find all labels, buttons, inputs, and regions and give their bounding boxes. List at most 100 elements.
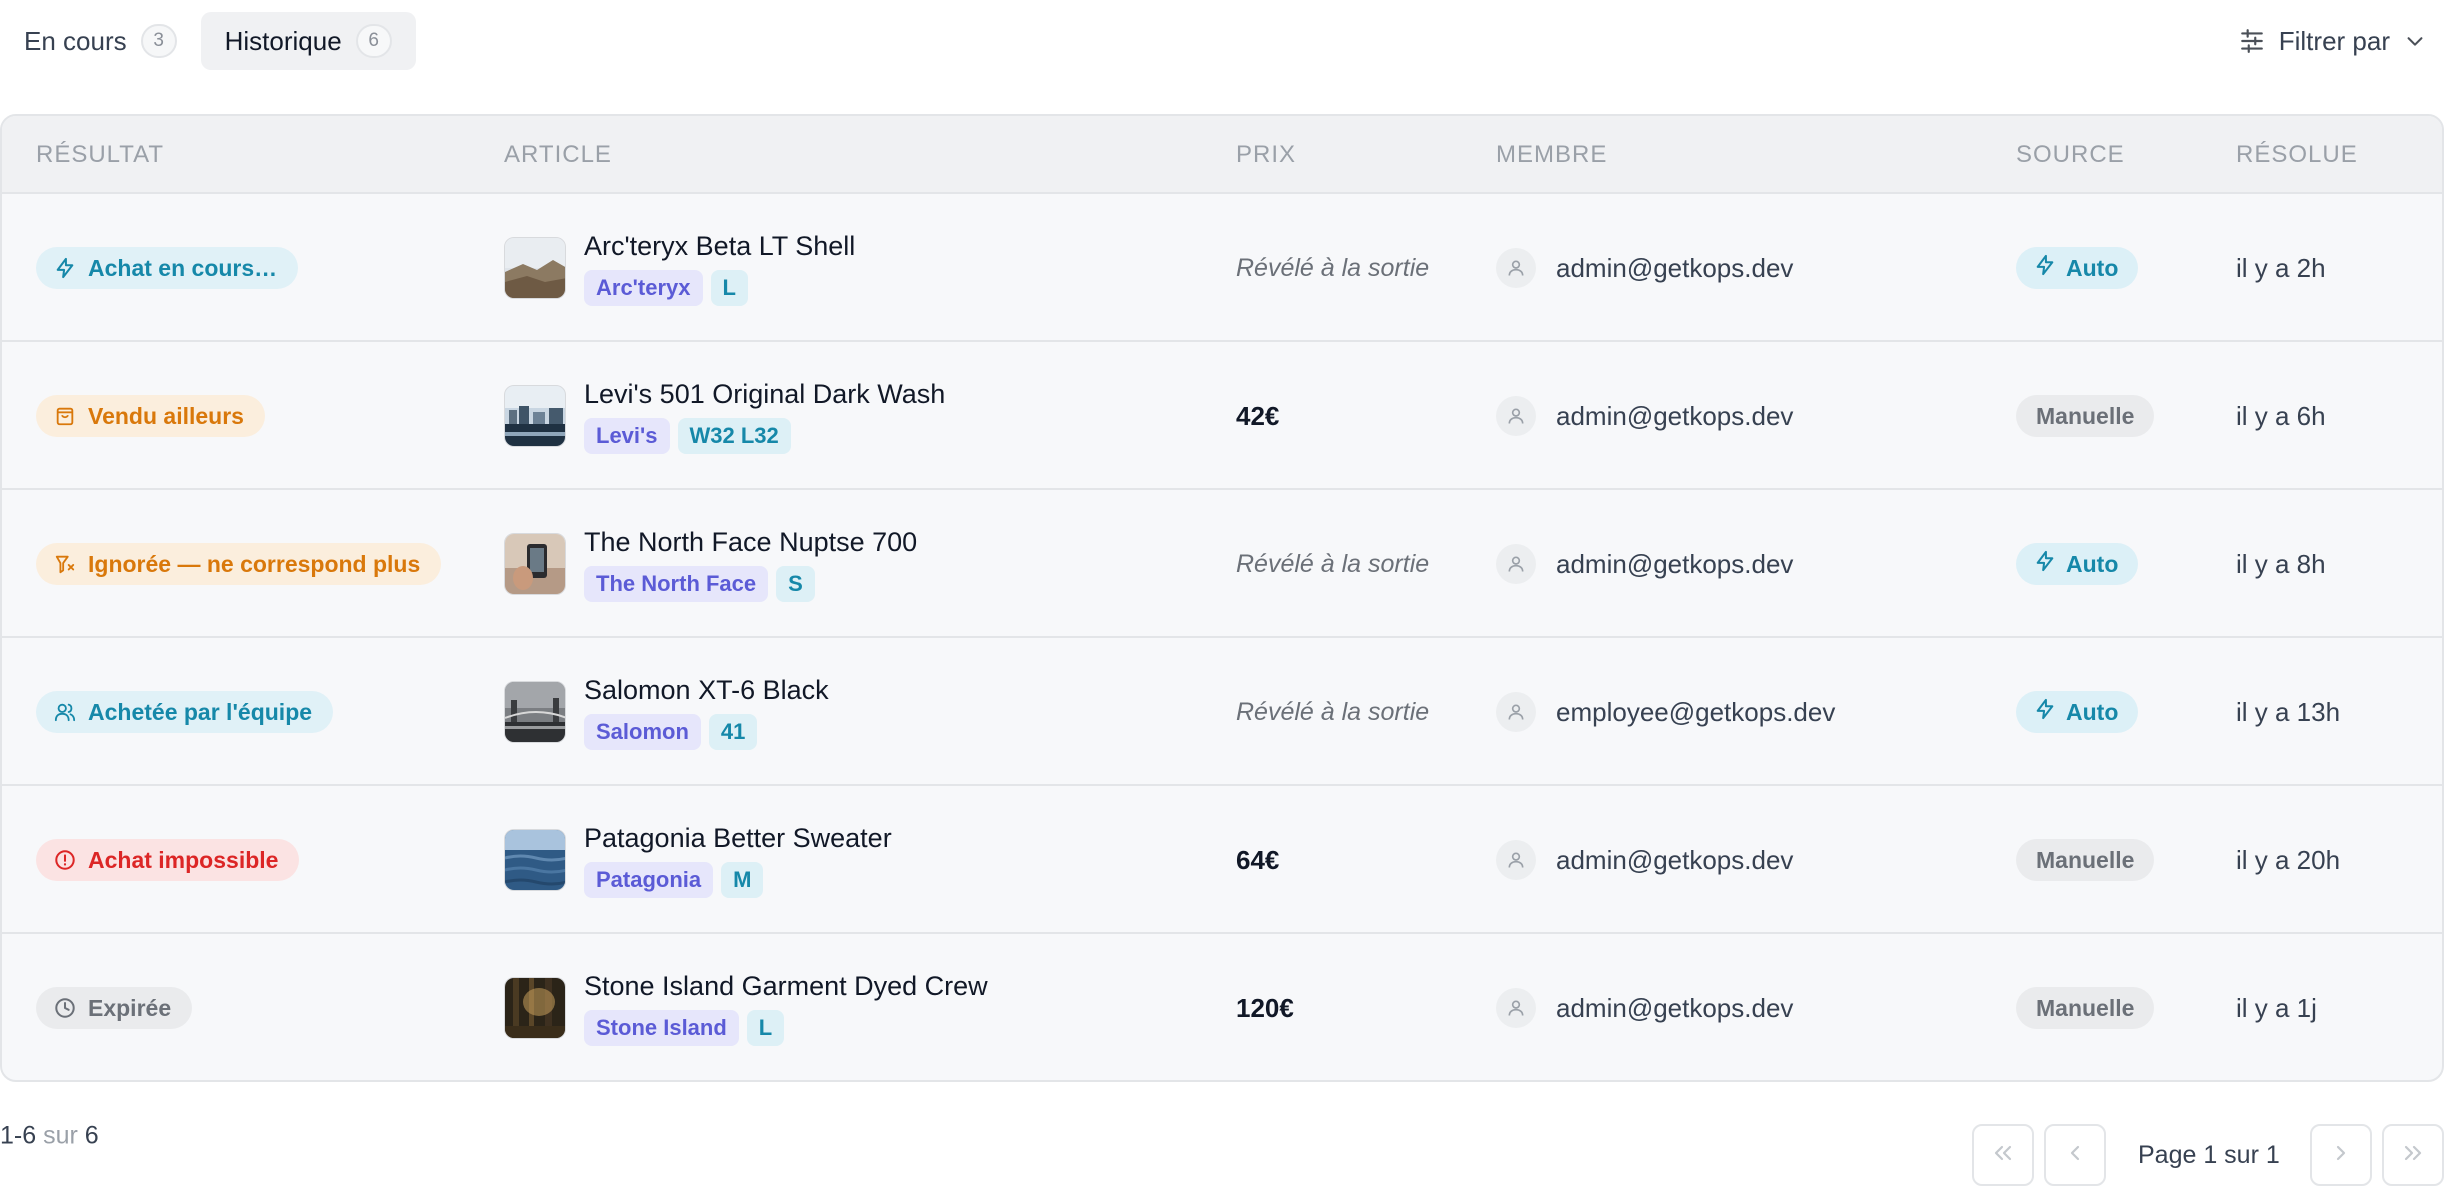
bolt-icon: [2034, 698, 2056, 726]
source-badge: Auto: [2016, 247, 2139, 289]
header-membre[interactable]: MEMBRE: [1496, 116, 1607, 194]
member-email: admin@getkops.dev: [1556, 252, 1794, 283]
price-value: Révélé à la sortie: [1236, 253, 1430, 282]
status-label: Ignorée — ne correspond plus: [88, 550, 421, 577]
article-title[interactable]: Levi's 501 Original Dark Wash: [584, 379, 945, 410]
resolved-time: il y a 20h: [2236, 844, 2341, 875]
filter-x-icon: [54, 553, 76, 575]
filter-label: Filtrer par: [2278, 25, 2390, 56]
status-badge: Vendu ailleurs: [36, 395, 265, 437]
resolved-time: il y a 13h: [2236, 696, 2341, 727]
tab-en-cours[interactable]: En cours 3: [0, 12, 201, 70]
users-icon: [54, 701, 76, 723]
member-email: admin@getkops.dev: [1556, 548, 1794, 579]
resolved-time: il y a 2h: [2236, 252, 2326, 283]
article-title[interactable]: Stone Island Garment Dyed Crew: [584, 971, 988, 1002]
header-resultat[interactable]: RÉSULTAT: [36, 116, 164, 194]
product-thumbnail: [504, 681, 566, 743]
header-article[interactable]: ARTICLE: [504, 116, 612, 194]
shopping-bag-icon: [54, 405, 76, 427]
header-resolue[interactable]: RÉSOLUE: [2236, 116, 2358, 194]
last-page-button[interactable]: [2382, 1124, 2444, 1186]
bolt-icon: [54, 257, 76, 279]
source-badge: Manuelle: [2016, 987, 2155, 1029]
size-tag: W32 L32: [677, 417, 791, 454]
sliders-icon: [2239, 28, 2265, 54]
source-badge: Manuelle: [2016, 839, 2155, 881]
status-tabs: En cours 3 Historique 6: [0, 12, 416, 70]
brand-tag: Salomon: [584, 713, 701, 750]
page-indicator: Page 1 sur 1: [2138, 1140, 2280, 1169]
product-thumbnail: [504, 385, 566, 447]
table-row[interactable]: Achat impossible Patagonia Better Sweate…: [2, 786, 2442, 934]
resolved-time: il y a 1j: [2236, 992, 2317, 1023]
status-label: Vendu ailleurs: [88, 402, 244, 429]
status-label: Expirée: [88, 994, 172, 1021]
chevron-down-icon: [2404, 30, 2426, 52]
size-tag: M: [721, 861, 764, 898]
first-page-button[interactable]: [1972, 1124, 2034, 1186]
tab-historique[interactable]: Historique 6: [200, 12, 416, 70]
results-range: 1-6 sur 6: [0, 1122, 99, 1151]
source-badge: Auto: [2016, 543, 2139, 585]
product-thumbnail: [504, 977, 566, 1039]
source-label: Auto: [2066, 550, 2119, 577]
history-table: RÉSULTAT ARTICLE PRIX MEMBRE SOURCE RÉSO…: [0, 114, 2444, 1082]
header-prix[interactable]: PRIX: [1236, 116, 1296, 194]
status-label: Achetée par l'équipe: [88, 698, 313, 725]
article-title[interactable]: Patagonia Better Sweater: [584, 823, 892, 854]
tab-count-badge: 6: [355, 24, 392, 58]
previous-page-button[interactable]: [2044, 1124, 2106, 1186]
article-title[interactable]: Arc'teryx Beta LT Shell: [584, 231, 855, 262]
chevrons-left-icon: [1991, 1141, 2015, 1170]
table-row[interactable]: Achat en cours… Arc'teryx Beta LT Shell …: [2, 194, 2442, 342]
avatar: [1496, 248, 1536, 288]
table-header: RÉSULTAT ARTICLE PRIX MEMBRE SOURCE RÉSO…: [2, 116, 2442, 194]
avatar: [1496, 840, 1536, 880]
alert-circle-icon: [54, 849, 76, 871]
next-page-button[interactable]: [2310, 1124, 2372, 1186]
source-label: Auto: [2066, 698, 2119, 725]
member-email: employee@getkops.dev: [1556, 696, 1836, 727]
status-badge: Achat en cours…: [36, 247, 299, 289]
size-tag: 41: [708, 713, 758, 750]
table-row[interactable]: Vendu ailleurs Levi's 501 Original Dark …: [2, 342, 2442, 490]
member-email: admin@getkops.dev: [1556, 844, 1794, 875]
source-badge: Manuelle: [2016, 395, 2155, 437]
bolt-icon: [2034, 550, 2056, 578]
clock-icon: [54, 997, 76, 1019]
avatar: [1496, 692, 1536, 732]
article-title[interactable]: Salomon XT-6 Black: [584, 675, 829, 706]
source-label: Auto: [2066, 254, 2119, 281]
table-row[interactable]: Achetée par l'équipe Salomon XT-6 Black …: [2, 638, 2442, 786]
table-row[interactable]: Ignorée — ne correspond plus The North F…: [2, 490, 2442, 638]
table-row[interactable]: Expirée Stone Island Garment Dyed Crew S…: [2, 934, 2442, 1080]
status-label: Achat en cours…: [88, 254, 278, 281]
brand-tag: The North Face: [584, 565, 769, 602]
avatar: [1496, 544, 1536, 584]
product-thumbnail: [504, 829, 566, 891]
article-title[interactable]: The North Face Nuptse 700: [584, 527, 917, 558]
pagination: Page 1 sur 1: [1972, 1124, 2444, 1186]
avatar: [1496, 396, 1536, 436]
member-email: admin@getkops.dev: [1556, 400, 1794, 431]
filter-button[interactable]: Filtrer par: [2239, 18, 2426, 64]
product-thumbnail: [504, 533, 566, 595]
status-badge: Achat impossible: [36, 839, 300, 881]
chevron-left-icon: [2063, 1141, 2087, 1170]
size-tag: S: [776, 565, 815, 602]
avatar: [1496, 988, 1536, 1028]
price-value: 42€: [1236, 400, 1280, 431]
brand-tag: Levi's: [584, 417, 670, 454]
range-separator: sur: [43, 1121, 78, 1150]
tab-label: En cours: [24, 25, 127, 56]
resolved-time: il y a 6h: [2236, 400, 2326, 431]
source-badge: Auto: [2016, 691, 2139, 733]
bolt-icon: [2034, 254, 2056, 282]
price-value: 120€: [1236, 992, 1294, 1023]
header-source[interactable]: SOURCE: [2016, 116, 2125, 194]
product-thumbnail: [504, 237, 566, 299]
status-badge: Achetée par l'équipe: [36, 691, 334, 733]
size-tag: L: [746, 1009, 785, 1046]
range-start: 1-6: [0, 1121, 37, 1150]
